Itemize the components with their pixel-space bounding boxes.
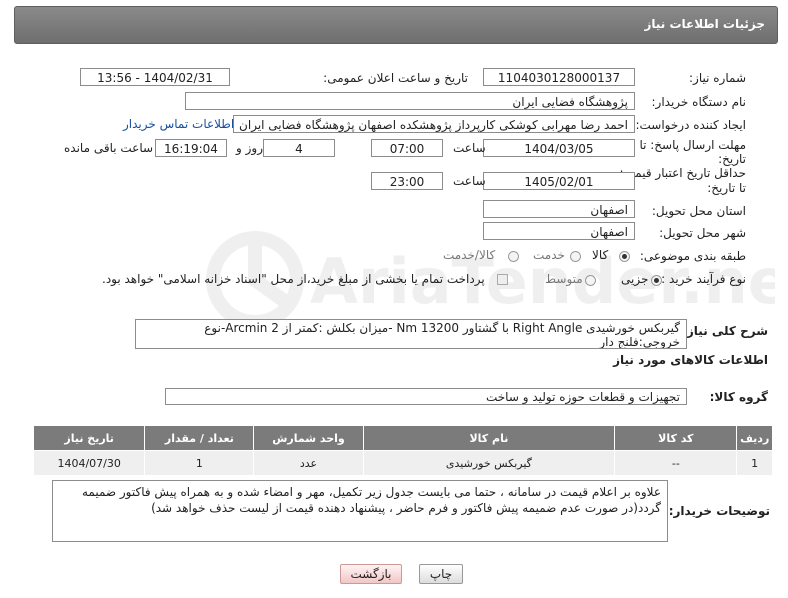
announce-date-label: تاریخ و ساعت اعلان عمومی:: [323, 71, 468, 85]
category-label: طبقه بندی موضوعی:: [639, 249, 746, 263]
col-quantity: تعداد / مقدار: [144, 425, 255, 451]
buyer-notes-field: علاوه بر اعلام قیمت در سامانه ، حتما می …: [52, 480, 668, 542]
table-row: 1 -- گیربکس خورشیدی عدد 1 1404/07/30: [32, 450, 773, 476]
col-need-date: تاریخ نیاز: [32, 425, 146, 451]
cell-row: 1: [736, 450, 773, 476]
deadline-date-field: 1404/03/05: [483, 139, 635, 157]
col-unit: واحد شمارش: [253, 425, 364, 451]
process-radio-medium[interactable]: [585, 275, 596, 286]
deadline-time-field: 07:00: [371, 139, 443, 157]
treasury-payment-checkbox[interactable]: [497, 274, 508, 285]
category-option-goods: کالا: [592, 248, 609, 262]
validity-label-line2: تا تاریخ:: [707, 181, 746, 195]
process-radio-minor[interactable]: [651, 275, 662, 286]
remaining-time-field: 16:19:04: [155, 139, 227, 157]
category-radio-service[interactable]: [570, 251, 581, 262]
header-panel: جزئیات اطلاعات نیاز: [14, 6, 778, 44]
buyer-org-field: پژوهشگاه فضایی ایران: [185, 92, 635, 110]
col-name: نام کالا: [362, 425, 616, 451]
cell-unit: عدد: [253, 450, 364, 476]
province-label: استان محل تحویل:: [651, 204, 746, 218]
validity-time-label: ساعت: [453, 174, 486, 188]
days-remaining-field: 4: [263, 139, 335, 157]
cell-name: گیربکس خورشیدی: [362, 450, 616, 476]
creator-field: احمد رضا مهرابی کوشکی کارپرداز پژوهشکده …: [233, 115, 635, 133]
city-label: شهر محل تحویل:: [659, 226, 746, 240]
contact-info-link[interactable]: اطلاعات تماس خریدار: [123, 117, 234, 131]
province-field: اصفهان: [483, 200, 635, 218]
process-option-medium: متوسط: [545, 272, 583, 286]
remaining-time-label: ساعت باقی مانده: [64, 141, 154, 155]
deadline-time-label: ساعت: [453, 141, 486, 155]
col-code: کد کالا: [614, 425, 738, 451]
validity-label-line1: حداقل تاریخ اعتبار قیمت:: [619, 166, 746, 180]
category-option-goods-service: کالا/خدمت: [443, 248, 496, 262]
process-option-minor: جزیی: [621, 272, 649, 286]
validity-time-field: 23:00: [371, 172, 443, 190]
description-field: گیربکس خورشیدی Right Angle با گشتاور 132…: [135, 319, 687, 349]
goods-table-header: ردیف کد کالا نام کالا واحد شمارش تعداد /…: [32, 425, 773, 451]
page-title: جزئیات اطلاعات نیاز: [644, 17, 765, 31]
cell-need-date: 1404/07/30: [32, 450, 146, 476]
category-radio-goods[interactable]: [619, 251, 630, 262]
category-radio-goods-service[interactable]: [508, 251, 519, 262]
goods-table: ردیف کد کالا نام کالا واحد شمارش تعداد /…: [32, 425, 773, 476]
goods-section-title: اطلاعات کالاهای مورد نیاز: [613, 353, 768, 367]
back-button[interactable]: بازگشت: [340, 564, 402, 584]
goods-group-label: گروه کالا:: [709, 390, 768, 404]
description-label: شرح کلی نیاز:: [682, 324, 768, 338]
announce-date-field: 1404/02/31 - 13:56: [80, 68, 230, 86]
need-number-label: شماره نیاز:: [689, 71, 746, 85]
treasury-payment-note: پرداخت تمام یا بخشی از مبلغ خرید،از محل …: [102, 272, 485, 286]
process-label: نوع فرآیند خرید :: [661, 272, 746, 286]
buyer-org-label: نام دستگاه خریدار:: [651, 95, 747, 109]
print-button[interactable]: چاپ: [419, 564, 463, 584]
buyer-notes-label: توضیحات خریدار:: [668, 504, 770, 518]
goods-group-field: تجهیزات و قطعات حوزه تولید و ساخت: [165, 388, 687, 405]
creator-label: ایجاد کننده درخواست:: [635, 118, 746, 132]
deadline-label-line1: مهلت ارسال پاسخ: تا: [639, 138, 746, 152]
cell-code: --: [614, 450, 738, 476]
validity-date-field: 1405/02/01: [483, 172, 635, 190]
need-number-field: 1104030128000137: [483, 68, 635, 86]
deadline-label-line2: تاریخ:: [718, 152, 746, 166]
cell-quantity: 1: [144, 450, 255, 476]
col-row: ردیف: [736, 425, 773, 451]
city-field: اصفهان: [483, 222, 635, 240]
category-option-service: خدمت: [533, 248, 565, 262]
days-label: روز و: [236, 141, 263, 155]
